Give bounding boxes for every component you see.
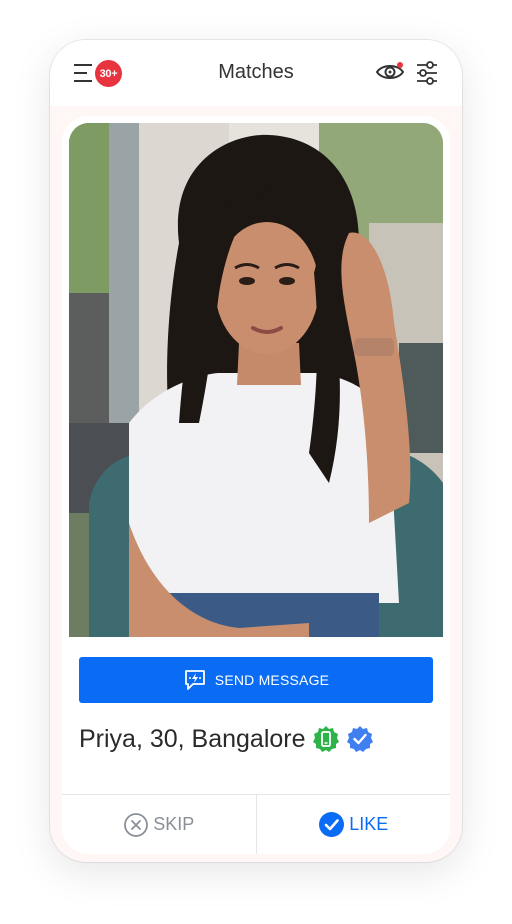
- skip-button[interactable]: SKIP: [62, 795, 257, 854]
- profile-name: Priya, 30, Bangalore: [79, 724, 306, 753]
- filter-sliders-icon[interactable]: [416, 60, 438, 86]
- verified-badge-icon: [346, 726, 373, 752]
- check-circle-icon: [319, 812, 345, 837]
- like-label: LIKE: [349, 814, 389, 834]
- like-button[interactable]: LIKE: [257, 795, 451, 854]
- eye-icon[interactable]: [375, 60, 405, 84]
- send-message-button[interactable]: SEND MESSAGE: [79, 657, 433, 703]
- action-bar: SKIP LIKE: [62, 794, 450, 854]
- close-circle-icon: [124, 812, 149, 837]
- app-header: 30+ Matches: [50, 40, 462, 106]
- profile-photo[interactable]: [69, 123, 443, 637]
- chat-bolt-icon: [184, 670, 205, 690]
- send-message-label: SEND MESSAGE: [214, 672, 330, 688]
- phone-verified-icon: [312, 726, 339, 752]
- phone-frame: 30+ Matches SEND MESSAGE Priya, 30, Bang…: [50, 40, 462, 862]
- profile-name-row: Priya, 30, Bangalore: [79, 719, 374, 759]
- profile-card: SEND MESSAGE Priya, 30, Bangalore SKIP L…: [62, 116, 450, 854]
- skip-label: SKIP: [153, 814, 195, 834]
